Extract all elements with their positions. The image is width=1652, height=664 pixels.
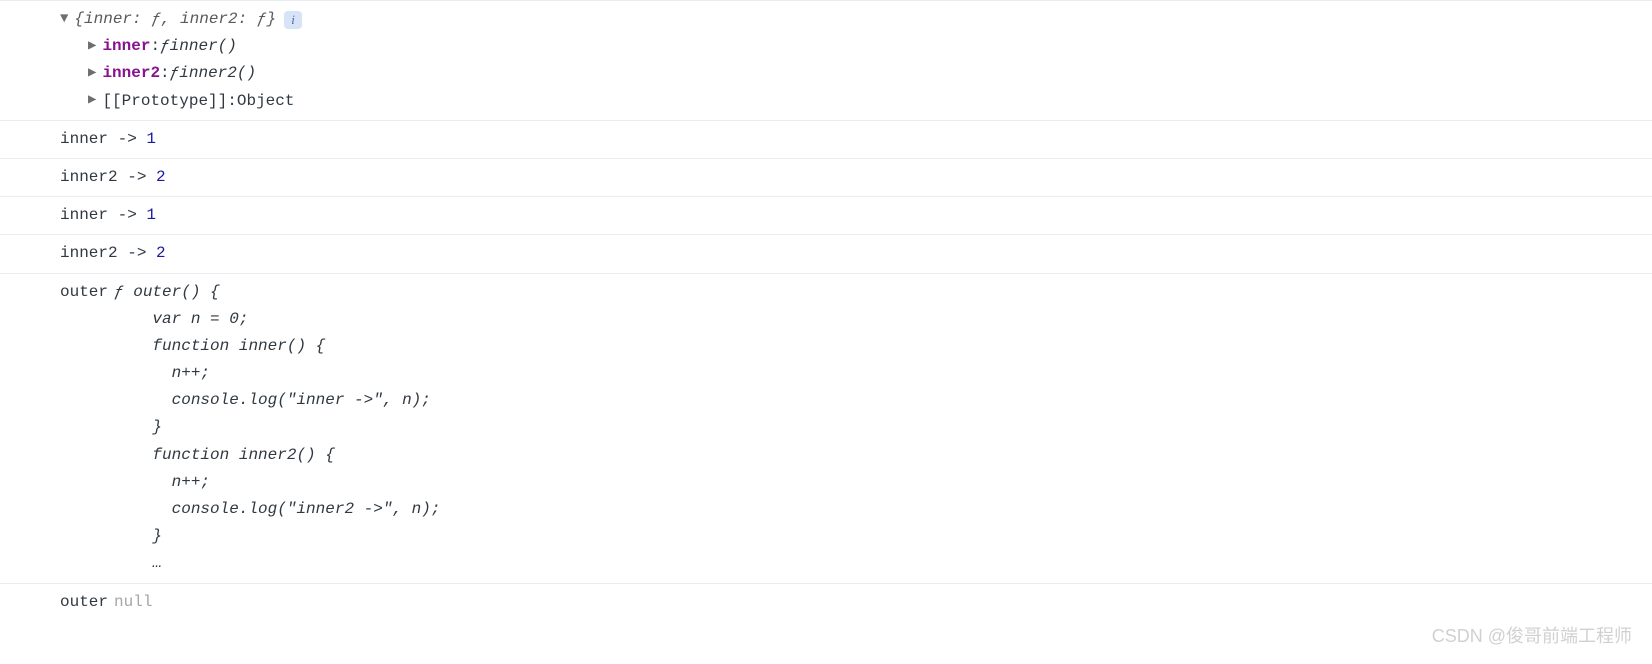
null-value: null bbox=[114, 589, 152, 616]
log-label: inner -> bbox=[60, 202, 137, 229]
object-summary-line[interactable]: {inner: ƒ, inner2: ƒ} i bbox=[60, 6, 1652, 33]
log-label: inner2 -> bbox=[60, 240, 146, 267]
property-key: inner2 bbox=[102, 60, 160, 87]
property-value-prefix: ƒ bbox=[170, 60, 180, 87]
console-log-line: inner2 -> 2 bbox=[0, 158, 1652, 196]
watermark: CSDN @俊哥前端工程师 bbox=[1432, 622, 1632, 648]
prototype-key: [[Prototype]] bbox=[102, 88, 227, 115]
object-property-inner[interactable]: inner: ƒ inner() bbox=[88, 33, 1652, 60]
object-property-inner2[interactable]: inner2: ƒ inner2() bbox=[88, 60, 1652, 87]
console-log-line: inner -> 1 bbox=[0, 120, 1652, 158]
object-summary: {inner: ƒ, inner2: ƒ} bbox=[74, 6, 276, 33]
info-icon[interactable]: i bbox=[284, 11, 302, 29]
outer-prefix: outer bbox=[60, 279, 108, 306]
console-output: {inner: ƒ, inner2: ƒ} i inner: ƒ inner()… bbox=[0, 0, 1652, 621]
outer-fn-source: ƒ outer() { var n = 0; function inner() … bbox=[114, 279, 440, 578]
console-row-object[interactable]: {inner: ƒ, inner2: ƒ} i inner: ƒ inner()… bbox=[0, 0, 1652, 120]
object-prototype[interactable]: [[Prototype]]: Object bbox=[88, 88, 1652, 115]
outer-prefix: outer bbox=[60, 589, 108, 616]
disclosure-triangle-down-icon[interactable] bbox=[60, 8, 68, 32]
log-value: 1 bbox=[146, 202, 156, 229]
disclosure-triangle-right-icon[interactable] bbox=[88, 35, 96, 59]
log-value: 1 bbox=[146, 126, 156, 153]
console-row-outer-fn[interactable]: outer ƒ outer() { var n = 0; function in… bbox=[0, 273, 1652, 583]
console-log-line: inner -> 1 bbox=[0, 196, 1652, 234]
property-key: inner bbox=[102, 33, 150, 60]
log-value: 2 bbox=[156, 240, 166, 267]
log-label: inner2 -> bbox=[60, 164, 146, 191]
console-row-outer-null: outer null bbox=[0, 583, 1652, 621]
disclosure-triangle-right-icon[interactable] bbox=[88, 89, 96, 113]
object-properties: inner: ƒ inner() inner2: ƒ inner2() [[Pr… bbox=[60, 33, 1652, 115]
property-value: inner2() bbox=[179, 60, 256, 87]
log-label: inner -> bbox=[60, 126, 137, 153]
console-log-line: inner2 -> 2 bbox=[0, 234, 1652, 272]
property-value: inner() bbox=[170, 33, 237, 60]
disclosure-triangle-right-icon[interactable] bbox=[88, 62, 96, 86]
prototype-value: Object bbox=[237, 88, 295, 115]
log-value: 2 bbox=[156, 164, 166, 191]
property-value-prefix: ƒ bbox=[160, 33, 170, 60]
